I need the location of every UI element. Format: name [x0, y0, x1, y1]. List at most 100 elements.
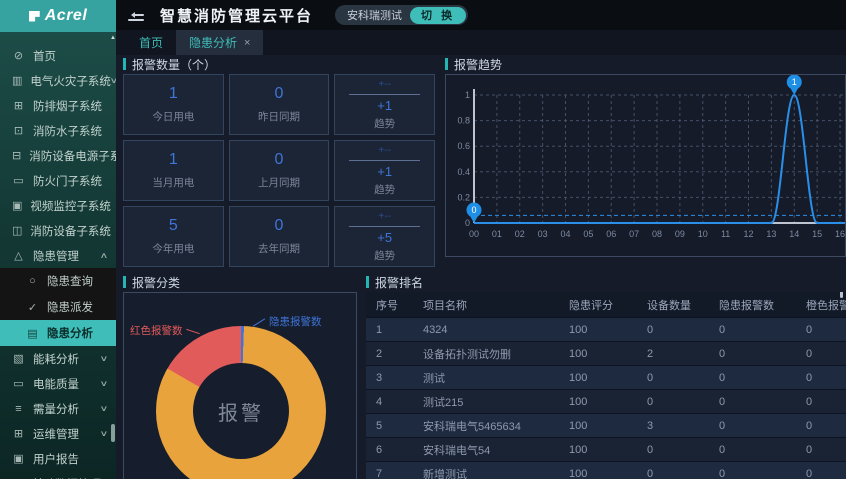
tab-bar: 首页 隐患分析 ×	[116, 30, 846, 55]
table-cell: 100	[559, 462, 637, 479]
stat-label: 今日用电	[152, 109, 194, 124]
table-row[interactable]: 6安科瑞电气54100000	[366, 438, 846, 462]
sidebar-item-消防设备子系统[interactable]: ◫消防设备子系统	[0, 218, 116, 243]
warning-icon: △	[12, 249, 25, 262]
column-header: 隐患报警数	[709, 292, 796, 318]
sidebar-item-label: 隐患管理	[33, 248, 79, 264]
close-tab-icon[interactable]: ×	[244, 37, 250, 49]
check-icon: ✓	[26, 301, 39, 314]
sidebar-item-需量分析[interactable]: ≡需量分析∨	[0, 396, 116, 421]
sidebar-item-首页[interactable]: ⊘首页	[0, 43, 116, 68]
svg-text:09: 09	[675, 229, 685, 239]
svg-text:13: 13	[766, 229, 776, 239]
door-icon: ▭	[12, 174, 25, 187]
sidebar-item-label: 电能质量	[33, 376, 79, 392]
sidebar-item-用户报告[interactable]: ▣用户报告	[0, 446, 116, 471]
content-area: 报警数量（个） 1今日用电0昨日同期+--+1趋势1当月用电0上月同期+--+1…	[116, 55, 846, 479]
table-row[interactable]: 2设备拓扑测试勿删100200	[366, 342, 846, 366]
table-cell: 7	[366, 462, 413, 479]
table-row[interactable]: 5安科瑞电气5465634100300	[366, 414, 846, 438]
column-header: 项目名称	[413, 292, 559, 318]
sidebar-item-隐患派发[interactable]: ✓隐患派发	[0, 294, 116, 320]
table-row[interactable]: 7新增测试100000	[366, 462, 846, 479]
sidebar-item-label: 防排烟子系统	[33, 98, 102, 114]
chevron-up-icon: ∧	[100, 251, 109, 260]
sidebar-scroll-up-icon[interactable]: ▲	[110, 34, 116, 42]
stat-card-7[interactable]: 0 去年同期	[229, 206, 330, 267]
table-row[interactable]: 14324100000	[366, 318, 846, 342]
sidebar-scrollbar-thumb[interactable]	[111, 424, 115, 442]
table-cell: 测试215	[413, 390, 559, 414]
sidebar-item-视频监控子系统[interactable]: ▣视频监控子系统	[0, 193, 116, 218]
tab-label: 隐患分析	[189, 34, 237, 51]
table-scrollbar-thumb[interactable]	[840, 292, 843, 298]
table-cell: 3	[637, 414, 709, 438]
sidebar-item-防排烟子系统[interactable]: ⊞防排烟子系统	[0, 93, 116, 118]
quality-icon: ▭	[12, 377, 25, 390]
stat-label: 上月同期	[258, 175, 300, 190]
svg-text:0: 0	[471, 205, 476, 215]
stat-card-0[interactable]: 1 今日用电	[123, 74, 224, 135]
trend-top-value: +--	[378, 79, 391, 90]
stat-card-4[interactable]: 0上月同期	[229, 140, 330, 201]
sidebar-item-防火门子系统[interactable]: ▭防火门子系统	[0, 168, 116, 193]
table-cell: 0	[796, 390, 846, 414]
column-header: 橙色报警数	[796, 292, 846, 318]
switch-tenant-button[interactable]: 切 换	[410, 7, 466, 24]
svg-text:1: 1	[792, 77, 797, 87]
table-cell: 100	[559, 342, 637, 366]
tab-隐患分析[interactable]: 隐患分析 ×	[176, 30, 263, 55]
sidebar-item-运维管理[interactable]: ⊞运维管理∨	[0, 421, 116, 446]
title-accent-bar	[445, 58, 448, 70]
tab-label: 首页	[139, 34, 163, 51]
tab-首页[interactable]: 首页	[126, 30, 176, 55]
stat-value: 1	[169, 85, 178, 103]
svg-text:0: 0	[465, 218, 470, 228]
trend-divider	[349, 226, 420, 227]
alarm-category-chart: 报警 红色报警数 隐患报警数	[123, 292, 357, 479]
title-accent-bar	[123, 58, 126, 70]
sidebar-item-隐患查询[interactable]: ○隐患查询	[0, 268, 116, 294]
sidebar-item-电能质量[interactable]: ▭电能质量∨	[0, 371, 116, 396]
sidebar-item-隐患管理[interactable]: △ 隐患管理 ∧	[0, 243, 116, 268]
alarm-trend-chart: 000102030405060708091011121314151600.20.…	[445, 74, 846, 257]
stat-card-6[interactable]: 5今年用电	[123, 206, 224, 267]
sidebar-item-能耗分析[interactable]: ▧能耗分析∨	[0, 346, 116, 371]
svg-text:12: 12	[743, 229, 753, 239]
table-cell: 0	[637, 390, 709, 414]
table-row[interactable]: 4测试215100000	[366, 390, 846, 414]
sidebar-item-隐患分析[interactable]: ▤隐患分析	[0, 320, 116, 346]
table-cell: 5	[366, 414, 413, 438]
pie-label-red-alarms: 红色报警数	[130, 323, 200, 338]
table-cell: 0	[796, 438, 846, 462]
table-cell: 设备拓扑测试勿删	[413, 342, 559, 366]
table-cell: 3	[366, 366, 413, 390]
alarm-rank-table: 序号项目名称隐患评分设备数量隐患报警数橙色报警数143241000002设备拓扑…	[366, 292, 846, 479]
svg-text:04: 04	[560, 229, 570, 239]
table-cell: 安科瑞电气5465634	[413, 414, 559, 438]
title-accent-bar	[366, 276, 369, 288]
sidebar-item-电气火灾子系统[interactable]: ▥电气火灾子系统∨	[0, 68, 116, 93]
table-cell: 安科瑞电气54	[413, 438, 559, 462]
stat-card-3[interactable]: 1当月用电	[123, 140, 224, 201]
stat-card-1[interactable]: 0昨日同期	[229, 74, 330, 135]
sidebar-item-label: 用户报告	[33, 451, 79, 467]
svg-text:02: 02	[515, 229, 525, 239]
stat-card-8[interactable]: +--+5趋势	[334, 206, 435, 267]
stat-card-5[interactable]: +--+1趋势	[334, 140, 435, 201]
stat-label: 去年同期	[258, 241, 300, 256]
table-cell: 0	[796, 342, 846, 366]
table-cell: 100	[559, 414, 637, 438]
stat-label: 趋势	[374, 116, 395, 131]
sidebar-item-基础数据管理[interactable]: ▦基础数据管理∨	[0, 471, 116, 479]
table-cell: 0	[637, 462, 709, 479]
collapse-menu-icon[interactable]	[128, 9, 144, 21]
energy-icon: ▧	[12, 352, 25, 365]
svg-text:01: 01	[492, 229, 502, 239]
stat-value: 0	[275, 217, 284, 235]
sidebar-item-消防水子系统[interactable]: ⊡消防水子系统	[0, 118, 116, 143]
svg-text:16: 16	[835, 229, 845, 239]
sidebar-item-消防设备电源子系统[interactable]: ⊟消防设备电源子系统	[0, 143, 116, 168]
table-row[interactable]: 3测试100000	[366, 366, 846, 390]
stat-card-2[interactable]: +--+1趋势	[334, 74, 435, 135]
